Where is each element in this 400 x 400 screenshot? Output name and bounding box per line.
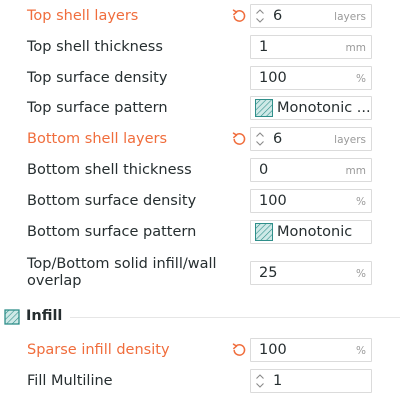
spin-arrows-icon[interactable] xyxy=(255,373,265,389)
bottom-shell-layers-value: 6 xyxy=(273,131,283,147)
sparse-infill-density-value: 100 xyxy=(259,342,287,358)
sparse-infill-density-label: Sparse infill density xyxy=(27,342,170,358)
bottom-shell-thickness-row: Bottom shell thickness 0 mm xyxy=(0,158,400,182)
reset-icon[interactable] xyxy=(232,343,246,357)
top-surface-density-unit: % xyxy=(356,73,366,85)
sparse-infill-density-row: Sparse infill density 100 % xyxy=(0,338,400,362)
reset-icon[interactable] xyxy=(232,9,246,23)
monotonic-pattern-icon xyxy=(255,99,273,117)
fill-multiline-label: Fill Multiline xyxy=(27,373,113,389)
solid-infill-overlap-value: 25 xyxy=(259,265,278,281)
bottom-shell-thickness-input[interactable]: 0 mm xyxy=(250,158,372,182)
bottom-surface-pattern-select[interactable]: Monotonic xyxy=(250,220,372,244)
section-divider xyxy=(70,317,400,318)
top-shell-thickness-row: Top shell thickness 1 mm xyxy=(0,35,400,59)
top-shell-layers-row: Top shell layers 6 layers xyxy=(0,4,400,28)
infill-icon xyxy=(4,309,20,325)
bottom-surface-density-row: Bottom surface density 100 % xyxy=(0,189,400,213)
top-surface-pattern-row: Top surface pattern Monotonic ... xyxy=(0,96,400,120)
top-surface-density-input[interactable]: 100 % xyxy=(250,66,372,90)
sparse-infill-density-input[interactable]: 100 % xyxy=(250,338,372,362)
top-surface-density-label: Top surface density xyxy=(27,70,168,86)
top-surface-density-value: 100 xyxy=(259,70,287,86)
bottom-shell-thickness-value: 0 xyxy=(259,162,269,178)
infill-section-title: Infill xyxy=(26,308,63,324)
bottom-surface-density-unit: % xyxy=(356,196,366,208)
bottom-shell-thickness-label: Bottom shell thickness xyxy=(27,162,192,178)
top-shell-layers-value: 6 xyxy=(273,8,283,24)
top-shell-thickness-value: 1 xyxy=(259,39,269,55)
solid-infill-overlap-row: Top/Bottom solid infill/wall overlap 25 … xyxy=(0,254,400,294)
solid-infill-overlap-unit: % xyxy=(356,268,366,280)
infill-section-header: Infill xyxy=(0,306,400,328)
top-surface-pattern-select[interactable]: Monotonic ... xyxy=(250,96,372,120)
top-shell-thickness-label: Top shell thickness xyxy=(27,39,163,55)
top-shell-thickness-unit: mm xyxy=(345,42,366,54)
bottom-surface-pattern-row: Bottom surface pattern Monotonic xyxy=(0,220,400,244)
fill-multiline-input[interactable]: 1 xyxy=(250,369,372,393)
bottom-shell-layers-row: Bottom shell layers 6 layers xyxy=(0,127,400,151)
top-shell-layers-input[interactable]: 6 layers xyxy=(250,4,372,28)
bottom-surface-density-input[interactable]: 100 % xyxy=(250,189,372,213)
bottom-shell-layers-label: Bottom shell layers xyxy=(27,131,168,147)
bottom-surface-density-label: Bottom surface density xyxy=(27,193,197,209)
spin-arrows-icon[interactable] xyxy=(255,131,265,147)
top-shell-layers-label: Top shell layers xyxy=(27,8,139,24)
solid-infill-overlap-label: Top/Bottom solid infill/wall overlap xyxy=(27,256,217,289)
fill-multiline-value: 1 xyxy=(273,373,283,389)
top-surface-pattern-label: Top surface pattern xyxy=(27,100,168,116)
top-surface-pattern-value: Monotonic ... xyxy=(277,100,371,116)
bottom-surface-density-value: 100 xyxy=(259,193,287,209)
top-shell-layers-unit: layers xyxy=(334,11,366,23)
spin-arrows-icon[interactable] xyxy=(255,8,265,24)
monotonic-pattern-icon xyxy=(255,223,273,241)
bottom-shell-layers-unit: layers xyxy=(334,134,366,146)
top-shell-thickness-input[interactable]: 1 mm xyxy=(250,35,372,59)
top-surface-density-row: Top surface density 100 % xyxy=(0,66,400,90)
reset-icon[interactable] xyxy=(232,132,246,146)
fill-multiline-row: Fill Multiline 1 xyxy=(0,369,400,393)
solid-infill-overlap-input[interactable]: 25 % xyxy=(250,261,372,285)
bottom-shell-thickness-unit: mm xyxy=(345,165,366,177)
sparse-infill-density-unit: % xyxy=(356,345,366,357)
bottom-surface-pattern-label: Bottom surface pattern xyxy=(27,224,197,240)
bottom-shell-layers-input[interactable]: 6 layers xyxy=(250,127,372,151)
bottom-surface-pattern-value: Monotonic xyxy=(277,224,353,240)
